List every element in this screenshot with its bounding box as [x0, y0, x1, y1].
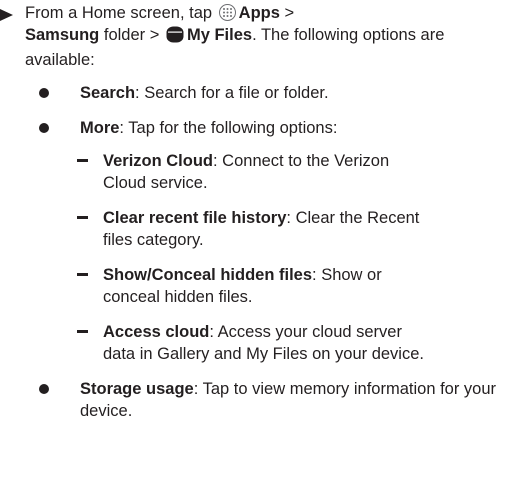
apps-label: Apps: [238, 4, 280, 22]
my-files-icon: [166, 26, 184, 49]
option-term: Search: [80, 84, 136, 102]
suboption-verizon-cloud: Verizon Cloud: Connect to the Verizon Cl…: [77, 150, 515, 194]
step-text: From a Home screen, tap Apps > Samsung f…: [25, 2, 495, 71]
option-search: Search: Search for a file or folder.: [39, 82, 515, 104]
step-prefix: From a Home screen, tap: [25, 4, 213, 22]
apps-icon: [218, 4, 236, 21]
folder-text: folder >: [103, 26, 160, 44]
suboption-term: Clear recent file history: [103, 209, 287, 227]
dash-icon: [77, 216, 88, 219]
suboption-hidden-files: Show/Conceal hidden files: Show or conce…: [77, 264, 515, 308]
dash-icon: [77, 330, 88, 333]
suboption-clear-history: Clear recent file history: Clear the Rec…: [77, 207, 515, 251]
samsung-label: Samsung: [25, 26, 100, 44]
my-files-label: My Files: [186, 26, 253, 44]
option-desc: : Search for a file or folder.: [135, 84, 329, 102]
bullet-icon: [39, 384, 49, 394]
suboption-term: Show/Conceal hidden files: [103, 266, 313, 284]
more-options-list: Verizon Cloud: Connect to the Verizon Cl…: [77, 150, 515, 365]
option-desc: : Tap for the following options:: [119, 119, 338, 137]
step-arrow-icon: [0, 9, 13, 21]
suboption-term: Access cloud: [103, 323, 210, 341]
option-more: More: Tap for the following options: Ver…: [39, 117, 515, 365]
options-list: Search: Search for a file or folder. Mor…: [39, 82, 515, 422]
dash-icon: [77, 159, 88, 162]
bullet-icon: [39, 88, 49, 98]
option-storage-usage: Storage usage: Tap to view memory inform…: [39, 378, 515, 422]
suboption-term: Verizon Cloud: [103, 152, 214, 170]
bullet-icon: [39, 123, 49, 133]
option-term: Storage usage: [80, 380, 194, 398]
instruction-step: From a Home screen, tap Apps > Samsung f…: [0, 2, 515, 435]
suboption-access-cloud: Access cloud: Access your cloud server d…: [77, 321, 515, 365]
option-term: More: [80, 119, 120, 137]
dash-icon: [77, 273, 88, 276]
separator: >: [284, 4, 295, 22]
